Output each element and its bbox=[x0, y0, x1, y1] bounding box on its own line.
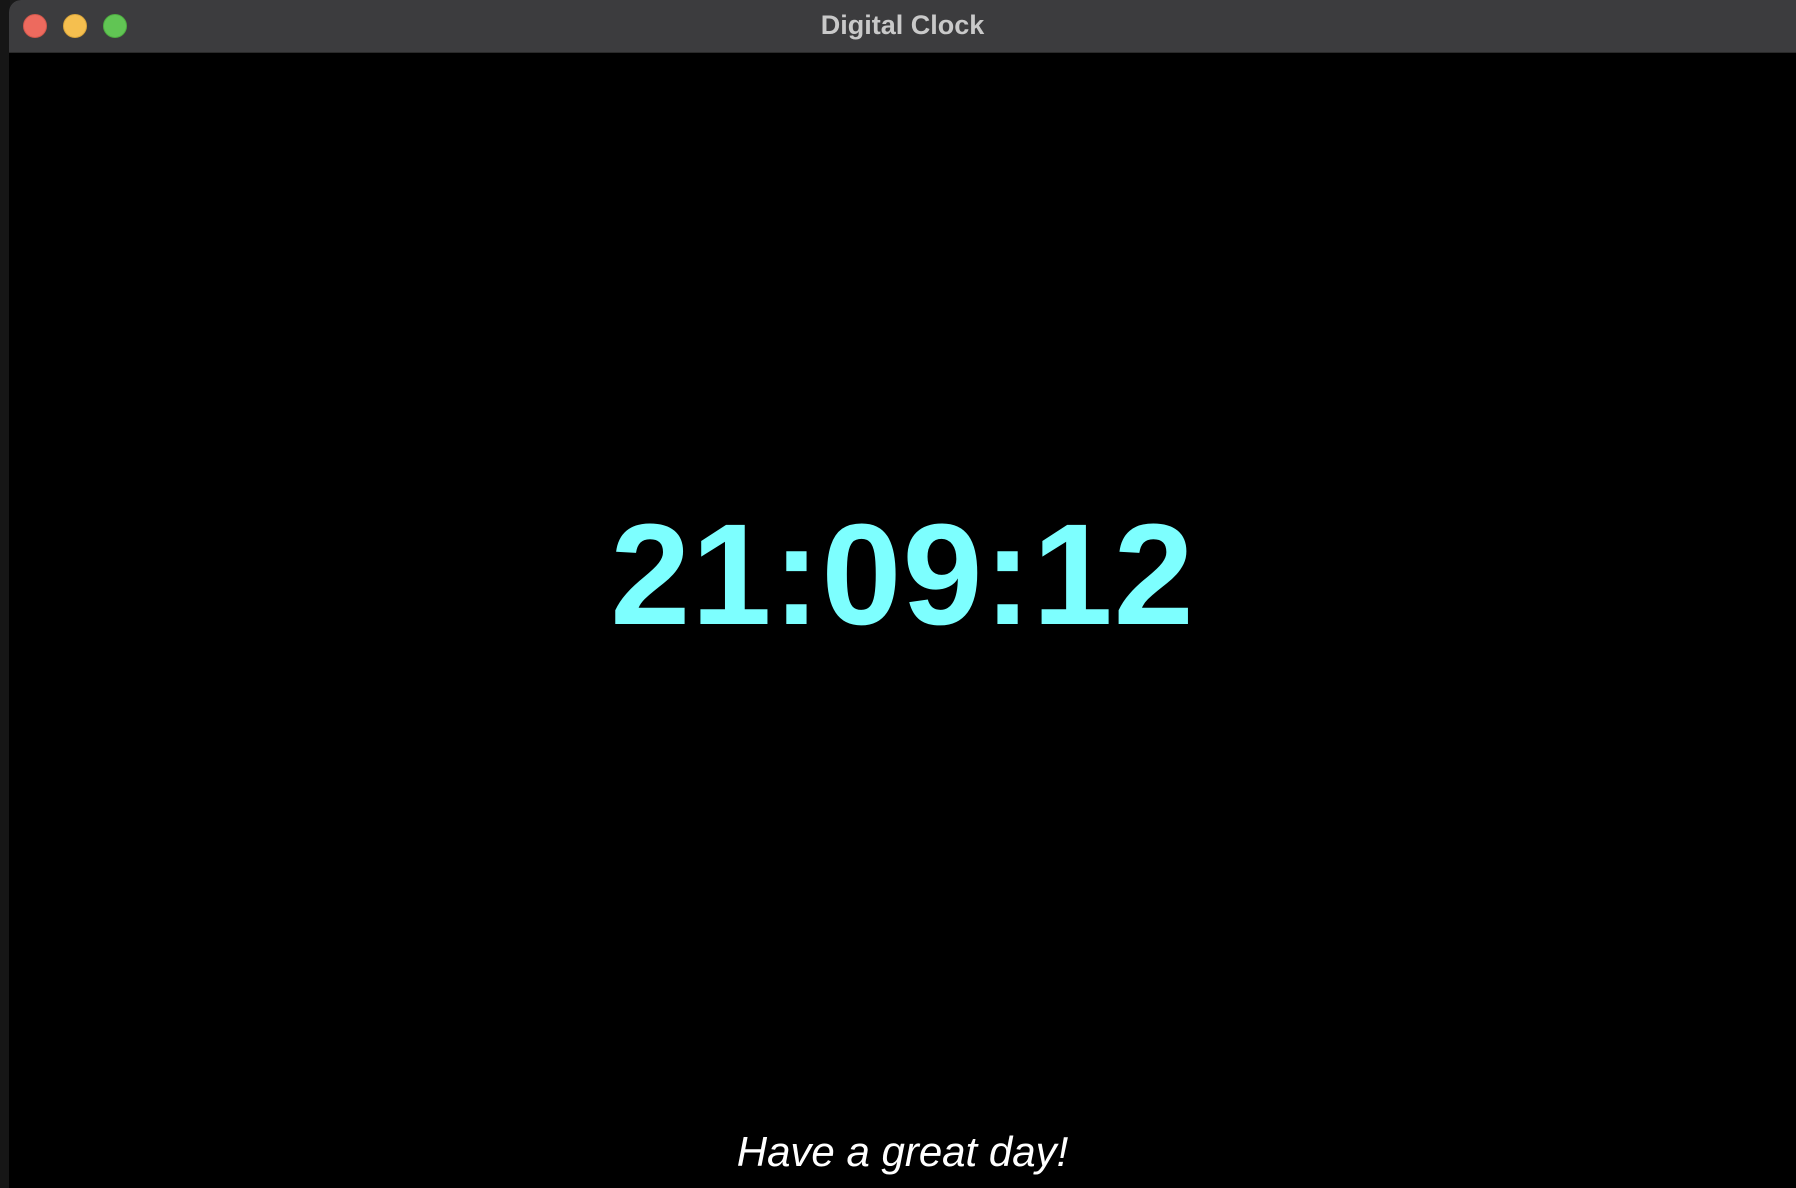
clock-display-area: 21:09:12 Have a great day! bbox=[9, 53, 1796, 1188]
greeting-message: Have a great day! bbox=[736, 1128, 1069, 1175]
title-bar[interactable]: Digital Clock bbox=[9, 0, 1796, 53]
time-display: 21:09:12 bbox=[610, 494, 1195, 655]
app-window: Digital Clock 21:09:12 Have a great day! bbox=[9, 0, 1796, 1188]
window-title: Digital Clock bbox=[820, 10, 985, 40]
